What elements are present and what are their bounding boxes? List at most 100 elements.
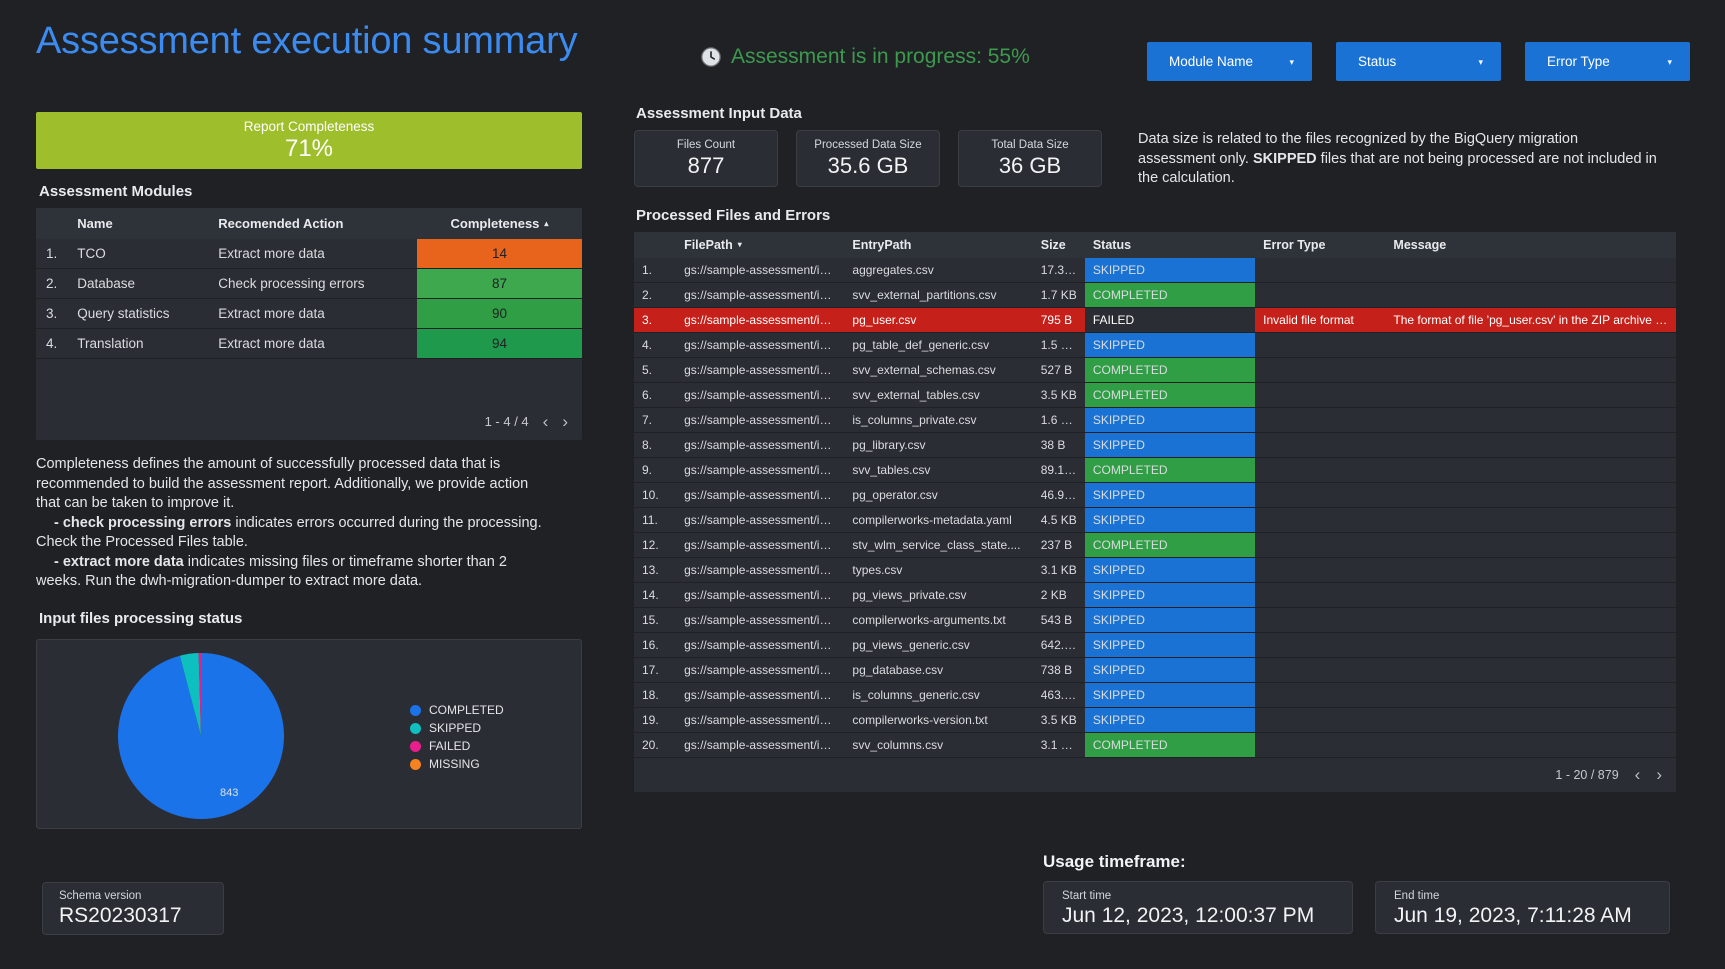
description-paragraph-3: - extract more data indicates missing fi…	[36, 553, 556, 592]
table-row[interactable]: 3.gs://sample-assessment/input...pg_user…	[634, 308, 1676, 333]
page-title: Assessment execution summary	[36, 20, 577, 63]
usage-timeframe-cards: Start time Jun 12, 2023, 12:00:37 PM End…	[1043, 881, 1670, 934]
file-path: gs://sample-assessment/input...	[676, 483, 844, 508]
file-path: gs://sample-assessment/input...	[676, 508, 844, 533]
error-message	[1385, 333, 1676, 358]
table-row[interactable]: 20.gs://sample-assessment/input...svv_co…	[634, 733, 1676, 758]
table-row[interactable]: 4.gs://sample-assessment/input...pg_tabl…	[634, 333, 1676, 358]
module-completeness: 87	[417, 269, 582, 299]
table-row[interactable]: 2.DatabaseCheck processing errors87	[36, 269, 582, 299]
file-size: 543 B	[1033, 608, 1085, 633]
files-col-size[interactable]: Size	[1033, 232, 1085, 258]
entry-path: aggregates.csv	[844, 258, 1032, 283]
legend-label: FAILED	[429, 739, 470, 753]
error-type	[1255, 283, 1385, 308]
error-type: Invalid file format	[1255, 308, 1385, 333]
files-col-filepath[interactable]: FilePath▾	[676, 232, 844, 258]
file-path: gs://sample-assessment/input...	[676, 358, 844, 383]
legend-item-completed[interactable]: COMPLETED	[410, 702, 504, 719]
error-message	[1385, 533, 1676, 558]
table-row[interactable]: 6.gs://sample-assessment/input...svv_ext…	[634, 383, 1676, 408]
module-name: Translation	[67, 329, 208, 359]
modules-col-action[interactable]: Recomended Action	[208, 208, 417, 239]
error-type	[1255, 358, 1385, 383]
module-action: Extract more data	[208, 239, 417, 269]
kpi-files-count-label: Files Count	[677, 139, 735, 151]
files-col-message[interactable]: Message	[1385, 232, 1676, 258]
legend-color-dot	[410, 723, 421, 734]
status-badge: COMPLETED	[1085, 458, 1255, 483]
table-row[interactable]: 14.gs://sample-assessment/input...pg_vie…	[634, 583, 1676, 608]
legend-item-failed[interactable]: FAILED	[410, 738, 504, 755]
kpi-total-size-label: Total Data Size	[991, 139, 1068, 151]
table-row[interactable]: 1.TCOExtract more data14	[36, 239, 582, 269]
status-badge: SKIPPED	[1085, 408, 1255, 433]
table-row[interactable]: 19.gs://sample-assessment/input...compil…	[634, 708, 1676, 733]
files-prev-page-button[interactable]: ‹	[1635, 766, 1641, 783]
chevron-down-icon: ▾	[1667, 57, 1672, 68]
file-size: 3.1 MB	[1033, 733, 1085, 758]
table-row[interactable]: 4.TranslationExtract more data94	[36, 329, 582, 359]
error-type	[1255, 458, 1385, 483]
module-index: 4.	[36, 329, 67, 359]
entry-path: pg_operator.csv	[844, 483, 1032, 508]
file-index: 6.	[634, 383, 676, 408]
error-message	[1385, 633, 1676, 658]
file-path: gs://sample-assessment/input...	[676, 733, 844, 758]
legend-label: COMPLETED	[429, 703, 504, 717]
table-row[interactable]: 2.gs://sample-assessment/input...svv_ext…	[634, 283, 1676, 308]
error-type	[1255, 408, 1385, 433]
table-row[interactable]: 7.gs://sample-assessment/input...is_colu…	[634, 408, 1676, 433]
legend-item-missing[interactable]: MISSING	[410, 756, 504, 773]
legend-item-skipped[interactable]: SKIPPED	[410, 720, 504, 737]
table-row[interactable]: 13.gs://sample-assessment/input...types.…	[634, 558, 1676, 583]
files-next-page-button[interactable]: ›	[1656, 766, 1662, 783]
filter-module-name[interactable]: Module Name ▾	[1147, 42, 1312, 81]
status-badge: SKIPPED	[1085, 508, 1255, 533]
files-col-entrypath[interactable]: EntryPath	[844, 232, 1032, 258]
table-row[interactable]: 18.gs://sample-assessment/input...is_col…	[634, 683, 1676, 708]
entry-path: compilerworks-arguments.txt	[844, 608, 1032, 633]
file-size: 1.6 MB	[1033, 408, 1085, 433]
table-row[interactable]: 1.gs://sample-assessment/input...aggrega…	[634, 258, 1676, 283]
files-col-status[interactable]: Status	[1085, 232, 1255, 258]
error-type	[1255, 708, 1385, 733]
assessment-modules-heading: Assessment Modules	[39, 183, 586, 200]
table-row[interactable]: 9.gs://sample-assessment/input...svv_tab…	[634, 458, 1676, 483]
modules-col-completeness[interactable]: Completeness▴	[417, 208, 582, 239]
file-path: gs://sample-assessment/input...	[676, 458, 844, 483]
files-col-error-type[interactable]: Error Type	[1255, 232, 1385, 258]
table-row[interactable]: 16.gs://sample-assessment/input...pg_vie…	[634, 633, 1676, 658]
entry-path: is_columns_generic.csv	[844, 683, 1032, 708]
kpi-total-data-size: Total Data Size 36 GB	[958, 130, 1102, 187]
table-row[interactable]: 15.gs://sample-assessment/input...compil…	[634, 608, 1676, 633]
table-row[interactable]: 3.Query statisticsExtract more data90	[36, 299, 582, 329]
modules-prev-page-button[interactable]: ‹	[543, 413, 549, 430]
left-column: Report Completeness 71% Assessment Modul…	[36, 112, 586, 829]
modules-next-page-button[interactable]: ›	[562, 413, 568, 430]
table-row[interactable]: 17.gs://sample-assessment/input...pg_dat…	[634, 658, 1676, 683]
file-path: gs://sample-assessment/input...	[676, 708, 844, 733]
modules-col-name[interactable]: Name	[67, 208, 208, 239]
status-badge: COMPLETED	[1085, 533, 1255, 558]
file-path: gs://sample-assessment/input...	[676, 658, 844, 683]
input-data-cards: Files Count 877 Processed Data Size 35.6…	[634, 130, 1692, 189]
schema-version-value: RS20230317	[59, 903, 207, 929]
table-row[interactable]: 5.gs://sample-assessment/input...svv_ext…	[634, 358, 1676, 383]
file-path: gs://sample-assessment/input...	[676, 433, 844, 458]
file-index: 3.	[634, 308, 676, 333]
schema-version-card: Schema version RS20230317	[42, 882, 224, 935]
progress-text: Assessment is in progress: 55%	[731, 45, 1030, 69]
error-message	[1385, 683, 1676, 708]
table-row[interactable]: 8.gs://sample-assessment/input...pg_libr…	[634, 433, 1676, 458]
file-size: 527 B	[1033, 358, 1085, 383]
table-row[interactable]: 10.gs://sample-assessment/input...pg_ope…	[634, 483, 1676, 508]
file-index: 18.	[634, 683, 676, 708]
table-row[interactable]: 11.gs://sample-assessment/input...compil…	[634, 508, 1676, 533]
start-time-card: Start time Jun 12, 2023, 12:00:37 PM	[1043, 881, 1353, 934]
filter-error-type[interactable]: Error Type ▾	[1525, 42, 1690, 81]
filter-status[interactable]: Status ▾	[1336, 42, 1501, 81]
file-index: 8.	[634, 433, 676, 458]
start-time-label: Start time	[1062, 890, 1334, 902]
table-row[interactable]: 12.gs://sample-assessment/input...stv_wl…	[634, 533, 1676, 558]
